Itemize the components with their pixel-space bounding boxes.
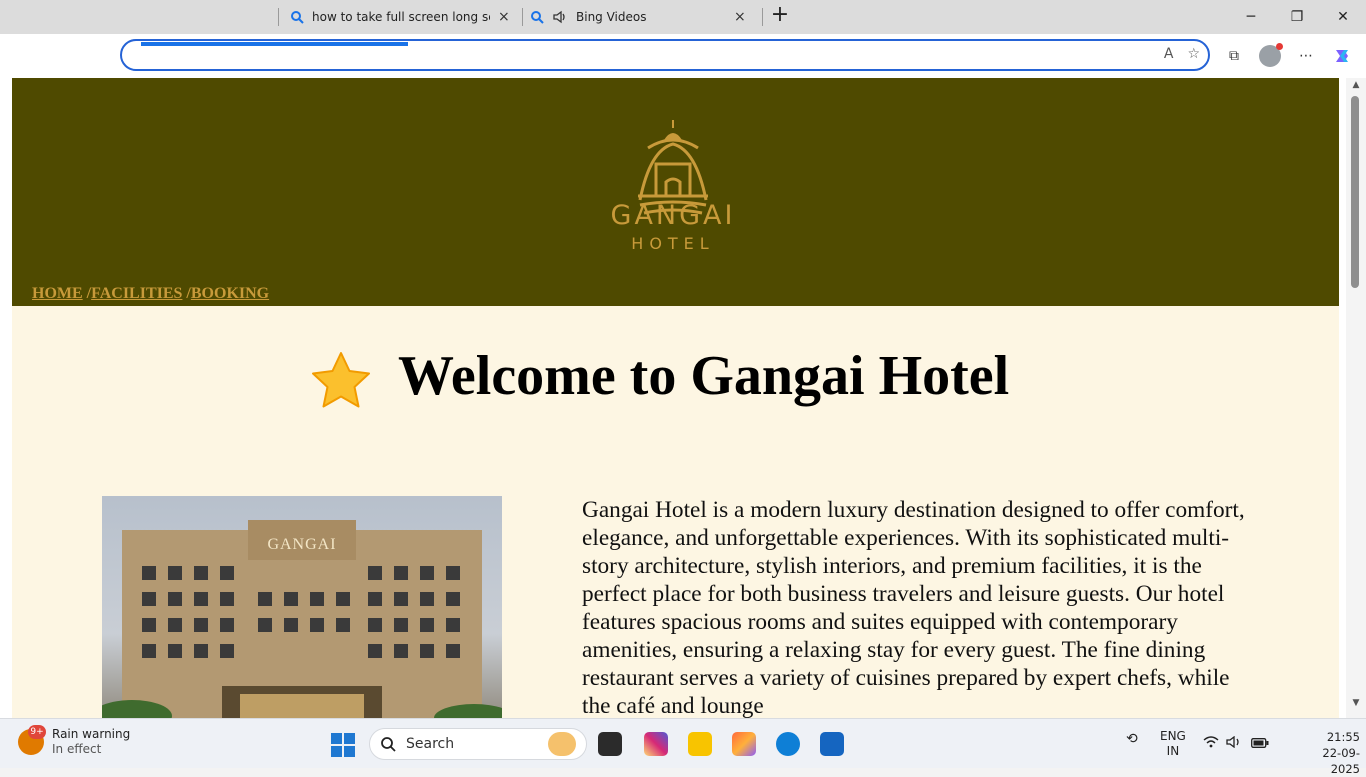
battery-icon[interactable] (1251, 737, 1269, 751)
logo-wordmark: GANGAI (610, 200, 736, 231)
address-bar-actions: A ☆ (1164, 46, 1200, 62)
page-title: Welcome to Gangai Hotel (398, 345, 1010, 407)
store-app-icon[interactable] (820, 732, 844, 756)
nav-booking-link[interactable]: BOOKING (191, 285, 269, 302)
clock-date: 22-09-2025 (1322, 746, 1360, 776)
tab-separator (762, 8, 763, 26)
avatar-icon (1259, 43, 1283, 67)
new-tab-button[interactable]: + (768, 3, 792, 29)
maximize-button[interactable]: ❐ (1274, 0, 1320, 34)
tab-title: how to take full screen long scree (312, 10, 490, 24)
browser-toolbar: A ☆ ⧉ ⋯ (0, 34, 1366, 78)
weather-text: Rain warning In effect (52, 727, 130, 757)
close-window-button[interactable]: ✕ (1320, 0, 1366, 34)
scrollbar-thumb[interactable] (1351, 96, 1359, 288)
search-icon (291, 11, 304, 24)
browser-tab-strip: how to take full screen long scree × Bin… (0, 0, 1366, 34)
scroll-down-arrow-icon[interactable]: ▼ (1350, 698, 1362, 710)
read-aloud-icon[interactable]: A (1164, 46, 1174, 62)
tab-title: Bing Videos (576, 10, 647, 24)
search-label: Search (406, 736, 455, 752)
close-tab-icon[interactable]: × (498, 9, 510, 25)
search-icon (381, 737, 396, 752)
gangai-hotel-page: GANGAI HOTEL HOME /FACILITIES /BOOKING W… (12, 78, 1339, 718)
hotel-sign: GANGAI (267, 536, 337, 553)
file-explorer-icon[interactable] (688, 732, 712, 756)
notification-badge: 9+ (28, 725, 46, 739)
taskbar-search[interactable]: Search (369, 728, 587, 760)
edge-browser-icon[interactable] (776, 732, 800, 756)
weather-subtitle: In effect (52, 742, 102, 756)
tab-bing-videos[interactable]: Bing Videos × (530, 0, 760, 34)
weather-warning-icon: 9+ (18, 725, 46, 755)
web-viewport: GANGAI HOTEL HOME /FACILITIES /BOOKING W… (0, 78, 1366, 718)
logo-subtitle: HOTEL (631, 234, 715, 253)
nav-separator: / (82, 285, 92, 302)
minimize-button[interactable]: ─ (1228, 0, 1274, 34)
close-tab-icon[interactable]: × (734, 9, 746, 25)
sync-icon[interactable]: ⟲ (1126, 731, 1138, 747)
more-menu-icon[interactable]: ⋯ (1294, 44, 1318, 68)
speaker-icon[interactable] (552, 9, 568, 25)
search-icon (531, 11, 544, 24)
scroll-up-arrow-icon[interactable]: ▲ (1350, 80, 1362, 92)
hotel-building-image: GANGAI (102, 496, 502, 718)
star-emoji-icon (312, 352, 370, 408)
copilot-logo-icon (1336, 50, 1348, 62)
region-code: IN (1166, 744, 1180, 758)
tab-separator (278, 8, 279, 26)
instagram-app-icon[interactable] (644, 732, 668, 756)
nav-home-link[interactable]: HOME (32, 285, 83, 302)
weather-widget[interactable]: 9+ Rain warning In effect (18, 725, 130, 757)
language-code: ENG (1160, 729, 1186, 743)
wifi-icon[interactable] (1203, 736, 1219, 751)
weather-title: Rain warning (52, 727, 131, 741)
start-button[interactable] (331, 733, 355, 757)
tab-separator (522, 8, 523, 26)
task-view-icon[interactable] (598, 732, 622, 756)
volume-icon[interactable] (1226, 735, 1242, 751)
notification-dot (1276, 43, 1283, 50)
search-highlight-icon (548, 732, 576, 756)
language-indicator[interactable]: ENG IN (1160, 729, 1186, 759)
copilot-icon[interactable] (1330, 44, 1354, 68)
split-screen-icon[interactable]: ⧉ (1222, 44, 1246, 68)
clock-time: 21:55 (1326, 730, 1360, 744)
site-nav: HOME /FACILITIES /BOOKING (32, 285, 269, 303)
profile-button[interactable] (1258, 43, 1283, 68)
tab-how-to-take-screenshot[interactable]: how to take full screen long scree × (290, 0, 520, 34)
site-header: GANGAI HOTEL HOME /FACILITIES /BOOKING (12, 78, 1339, 306)
nav-separator: / (182, 285, 191, 302)
system-clock[interactable]: 21:55 22-09-2025 (1300, 729, 1360, 777)
about-paragraph: Gangai Hotel is a modern luxury destinat… (582, 497, 1245, 718)
copilot-app-icon[interactable] (732, 732, 756, 756)
windows-taskbar: 9+ Rain warning In effect Search ⟲ ENG I… (0, 718, 1366, 776)
page-scrollbar[interactable]: ▲ ▼ (1346, 78, 1366, 718)
page-load-progress (141, 42, 408, 46)
nav-facilities-link[interactable]: FACILITIES (91, 285, 182, 302)
favorite-star-icon[interactable]: ☆ (1187, 46, 1200, 62)
hotel-building-illustration (102, 520, 502, 718)
